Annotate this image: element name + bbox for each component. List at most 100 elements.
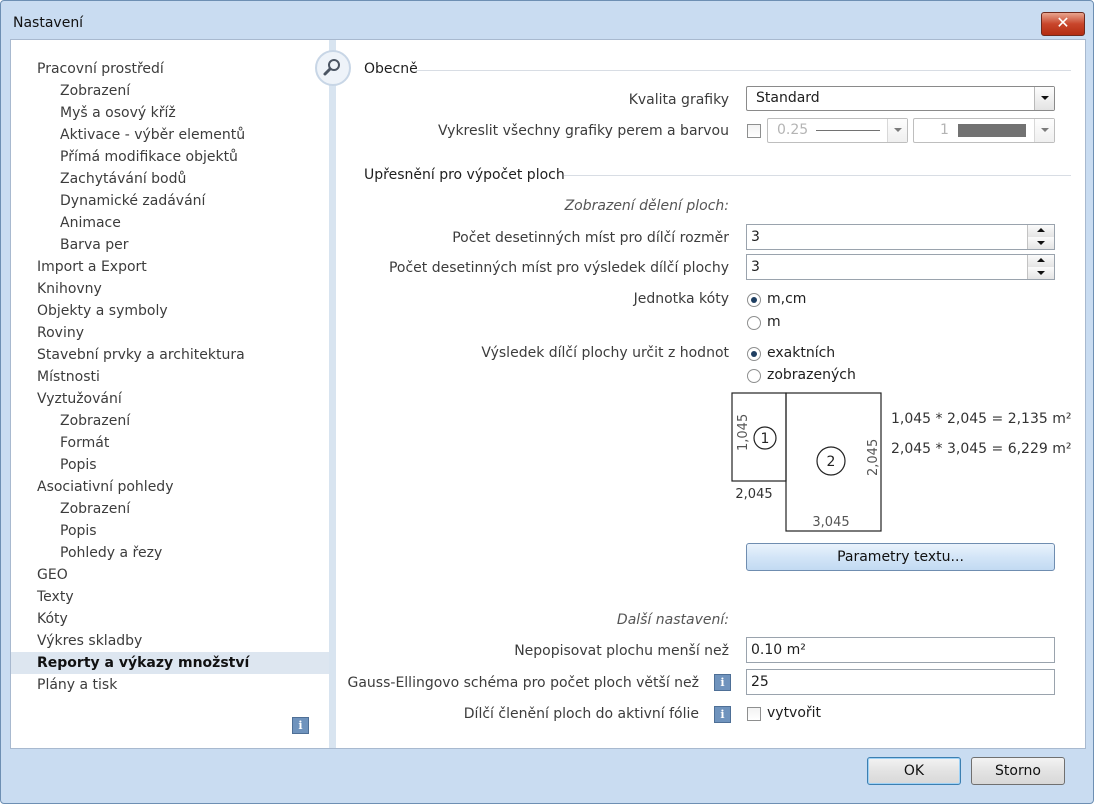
min-area-value: 0.10 m² bbox=[751, 642, 806, 658]
window-title: Nastavení bbox=[13, 15, 84, 31]
sidebar-item[interactable]: Pohledy a řezy bbox=[60, 542, 162, 564]
sidebar-item[interactable]: Místnosti bbox=[37, 366, 100, 388]
area-division-heading: Zobrazení dělení ploch: bbox=[564, 198, 729, 214]
sidebar-item[interactable]: Knihovny bbox=[37, 278, 102, 300]
sidebar-item[interactable]: Popis bbox=[60, 454, 97, 476]
sidebar-item[interactable]: Zobrazení bbox=[60, 80, 130, 102]
splitter[interactable] bbox=[329, 40, 336, 748]
unit-label: Jednotka kóty bbox=[633, 291, 729, 307]
gauss-input[interactable]: 25 bbox=[746, 669, 1055, 695]
sidebar-item[interactable]: Animace bbox=[60, 212, 121, 234]
sidebar-item[interactable]: Aktivace - výběr elementů bbox=[60, 124, 245, 146]
chevron-down-icon bbox=[1034, 119, 1054, 142]
other-settings-heading: Další nastavení: bbox=[616, 612, 729, 628]
sidebar-item[interactable]: Barva per bbox=[60, 234, 129, 256]
sidebar-item[interactable]: Objekty a symboly bbox=[37, 300, 168, 322]
pen-value: 0.25 bbox=[777, 122, 809, 138]
sidebar-item[interactable]: Vyztužování bbox=[37, 388, 122, 410]
text-params-button[interactable]: Parametry textu... bbox=[746, 543, 1055, 571]
decimals-result-stepper[interactable]: 3 bbox=[746, 254, 1055, 280]
diagram-rect2-height: 2,045 bbox=[866, 439, 881, 476]
sidebar-item[interactable]: Formát bbox=[60, 432, 109, 454]
sidebar-item[interactable]: Zobrazení bbox=[60, 498, 130, 520]
pen-select[interactable]: 0.25 bbox=[767, 118, 908, 143]
diagram-rect2-number: 2 bbox=[827, 454, 836, 470]
partial-division-label: Dílčí členění ploch do aktivní fólie bbox=[463, 706, 699, 722]
section-general-title: Obecně bbox=[364, 61, 418, 77]
ok-button[interactable]: OK bbox=[867, 757, 961, 785]
sidebar-item[interactable]: Asociativní pohledy bbox=[37, 476, 173, 498]
draw-all-checkbox[interactable] bbox=[747, 124, 761, 138]
sidebar-item[interactable]: Zobrazení bbox=[60, 410, 130, 432]
settings-panel: Obecně Kvalita grafiky Standard Vykresli… bbox=[336, 40, 1085, 748]
decimals-partial-stepper[interactable]: 3 bbox=[746, 224, 1055, 250]
color-value: 1 bbox=[940, 122, 949, 138]
partial-division-option[interactable]: vytvořit bbox=[767, 705, 821, 721]
min-area-label: Nepopisovat plochu menší než bbox=[514, 643, 729, 659]
unit-option-m[interactable]: m bbox=[767, 314, 781, 330]
sidebar-item[interactable]: GEO bbox=[37, 564, 68, 586]
cancel-button[interactable]: Storno bbox=[971, 757, 1065, 785]
partial-division-checkbox[interactable] bbox=[747, 707, 761, 721]
result-option-displayed[interactable]: zobrazených bbox=[767, 367, 856, 383]
sidebar-item[interactable]: Výkres skladby bbox=[37, 630, 142, 652]
settings-window: Nastavení ✕ Pracovní prostředí Zobrazení M… bbox=[0, 0, 1094, 804]
min-area-input[interactable]: 0.10 m² bbox=[746, 637, 1055, 663]
color-swatch bbox=[958, 124, 1026, 137]
chevron-down-icon bbox=[887, 119, 907, 142]
result-option-exact[interactable]: exaktních bbox=[767, 345, 835, 361]
settings-tree: Pracovní prostředí Zobrazení Myš a osový k… bbox=[11, 40, 329, 748]
sidebar-item[interactable]: Přímá modifikace objektů bbox=[60, 146, 238, 168]
sidebar-item[interactable]: Texty bbox=[37, 586, 74, 608]
spin-buttons[interactable] bbox=[1027, 225, 1054, 249]
spin-buttons[interactable] bbox=[1027, 255, 1054, 279]
sidebar-item[interactable]: Plány a tisk bbox=[37, 674, 117, 696]
decimals-result-value: 3 bbox=[751, 259, 760, 275]
sidebar-item[interactable]: Import a Export bbox=[37, 256, 147, 278]
result-radio-exact[interactable] bbox=[747, 347, 761, 361]
unit-option-mcm[interactable]: m,cm bbox=[767, 291, 806, 307]
diagram-rect1-height: 1,045 bbox=[736, 414, 751, 451]
decimals-result-label: Počet desetinných míst pro výsledek dílč… bbox=[388, 260, 729, 276]
divider bbox=[416, 70, 1071, 71]
diagram-rect2-width: 3,045 bbox=[812, 515, 849, 530]
color-select[interactable]: 1 bbox=[913, 118, 1055, 143]
gauss-value: 25 bbox=[751, 674, 769, 690]
chevron-down-icon bbox=[1034, 87, 1054, 110]
result-radio-displayed[interactable] bbox=[747, 369, 761, 383]
section-area-title: Upřesnění pro výpočet ploch bbox=[364, 167, 565, 183]
formula-2: 2,045 * 3,045 = 6,229 m² bbox=[891, 441, 1072, 457]
spin-down-icon[interactable] bbox=[1028, 237, 1054, 249]
unit-radio-m[interactable] bbox=[747, 316, 761, 330]
sidebar-item[interactable]: Reporty a výkazy množství bbox=[11, 652, 329, 674]
pen-line-preview bbox=[816, 130, 880, 131]
decimals-partial-label: Počet desetinných míst pro dílčí rozměr bbox=[452, 230, 729, 246]
diagram-rect1-number: 1 bbox=[761, 431, 770, 447]
sidebar-item[interactable]: Roviny bbox=[37, 322, 84, 344]
title-bar: Nastavení ✕ bbox=[1, 1, 1093, 39]
info-icon[interactable]: i bbox=[714, 674, 731, 691]
decimals-partial-value: 3 bbox=[751, 229, 760, 245]
divider bbox=[564, 175, 1071, 176]
sidebar-item[interactable]: Popis bbox=[60, 520, 97, 542]
info-icon[interactable]: i bbox=[714, 706, 731, 723]
dialog-content: Pracovní prostředí Zobrazení Myš a osový k… bbox=[10, 39, 1086, 749]
sidebar-item[interactable]: Dynamické zadávání bbox=[60, 190, 205, 212]
unit-radio-mcm[interactable] bbox=[747, 293, 761, 307]
graphics-quality-select[interactable]: Standard bbox=[746, 86, 1055, 111]
dialog-footer: OK Storno bbox=[1, 749, 1093, 803]
sidebar-item[interactable]: Kóty bbox=[37, 608, 68, 630]
gauss-label: Gauss-Ellingovo schéma pro počet ploch v… bbox=[347, 675, 700, 691]
area-division-diagram: 1 2 1,045 2,045 2,045 3,045 bbox=[731, 392, 882, 532]
formula-1: 1,045 * 2,045 = 2,135 m² bbox=[891, 411, 1072, 427]
close-button[interactable]: ✕ bbox=[1041, 12, 1085, 36]
sidebar-item[interactable]: Myš a osový kříž bbox=[60, 102, 176, 124]
spin-down-icon[interactable] bbox=[1028, 267, 1054, 279]
sidebar-item[interactable]: Pracovní prostředí bbox=[37, 58, 164, 80]
graphics-quality-label: Kvalita grafiky bbox=[628, 92, 729, 108]
result-label: Výsledek dílčí plochy určit z hodnot bbox=[481, 345, 729, 361]
diagram-rect1-width: 2,045 bbox=[735, 487, 772, 502]
sidebar-item[interactable]: Stavební prvky a architektura bbox=[37, 344, 245, 366]
info-icon[interactable]: i bbox=[292, 717, 309, 734]
sidebar-item[interactable]: Zachytávání bodů bbox=[60, 168, 186, 190]
